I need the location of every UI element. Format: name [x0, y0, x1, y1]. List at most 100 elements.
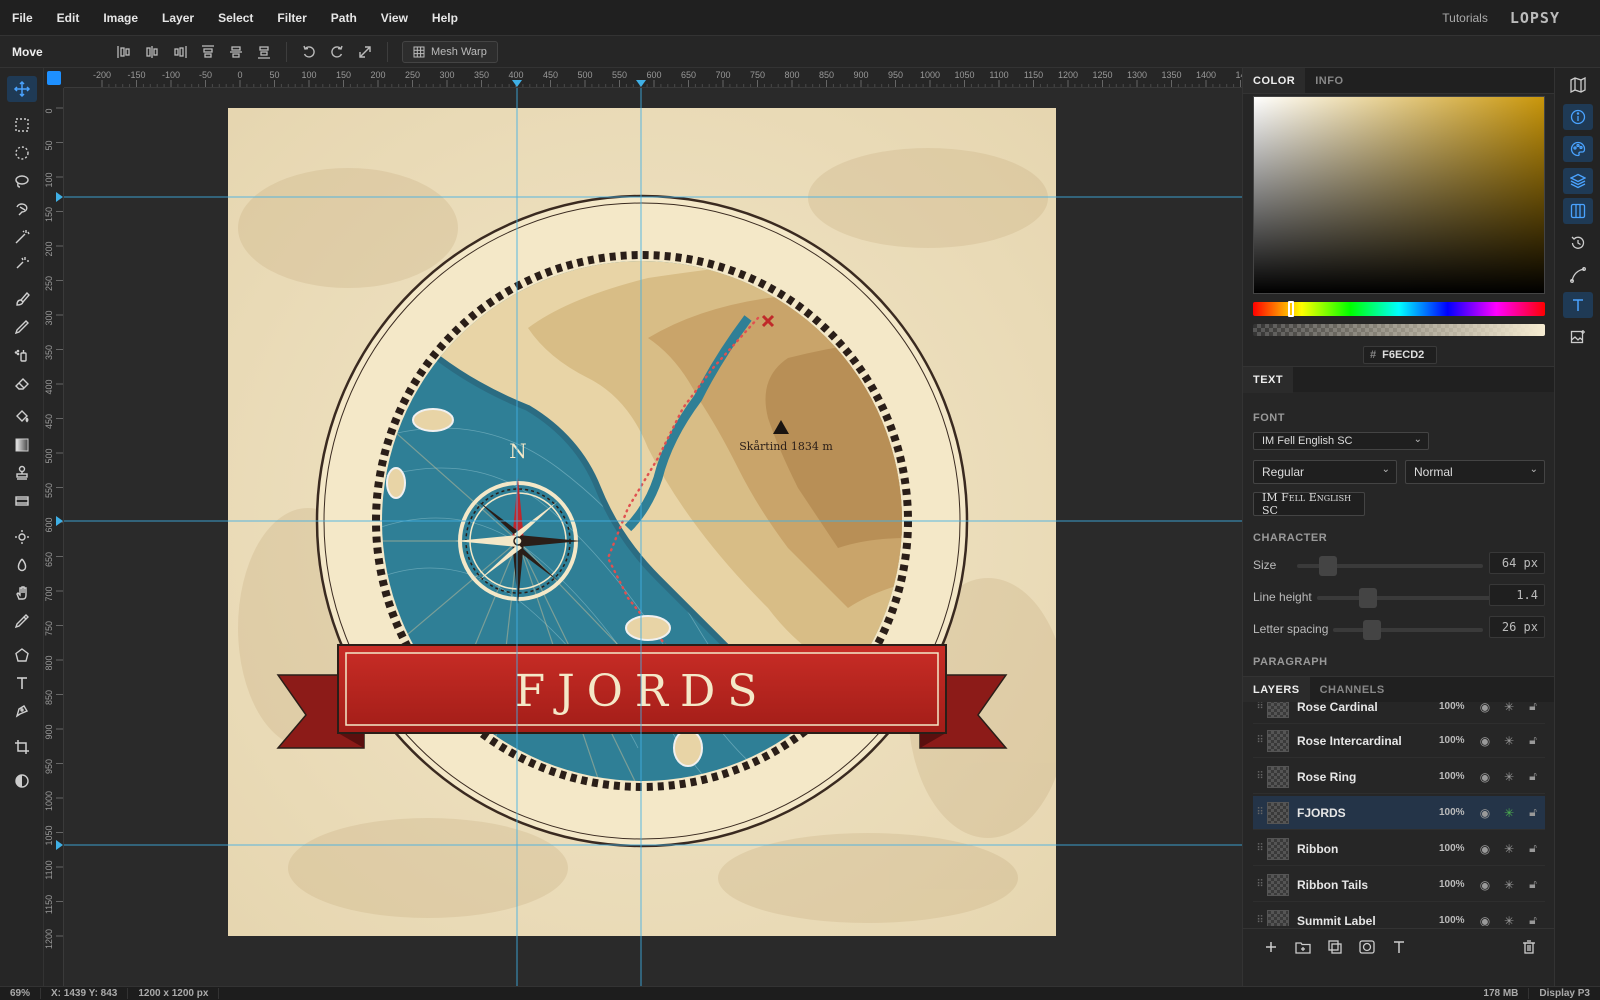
- paint-bucket-icon[interactable]: [7, 404, 37, 430]
- fx-icon[interactable]: ✳: [1497, 734, 1521, 748]
- history-icon[interactable]: [1563, 230, 1593, 256]
- fx-icon[interactable]: ✳: [1497, 878, 1521, 892]
- drag-handle-icon[interactable]: ⠿: [1253, 735, 1267, 746]
- brush-icon[interactable]: [7, 286, 37, 312]
- text-layer-icon[interactable]: [1383, 934, 1415, 960]
- stamp-icon[interactable]: [7, 460, 37, 486]
- eye-icon[interactable]: ◉: [1473, 702, 1497, 714]
- tab-color[interactable]: COLOR: [1243, 68, 1306, 93]
- tab-info[interactable]: INFO: [1305, 68, 1353, 93]
- layer-row[interactable]: ⠿ Rose Ring 100% ◉ ✳ 🔓︎: [1253, 760, 1545, 794]
- guide-marker[interactable]: [56, 192, 63, 202]
- size-input[interactable]: 64 px: [1489, 552, 1545, 574]
- mesh-warp-button[interactable]: Mesh Warp: [402, 40, 498, 63]
- menu-layer[interactable]: Layer: [150, 11, 206, 25]
- tab-channels[interactable]: CHANNELS: [1310, 677, 1395, 702]
- menu-view[interactable]: View: [369, 11, 420, 25]
- hue-slider[interactable]: [1253, 301, 1545, 317]
- drag-handle-icon[interactable]: ⠿: [1253, 879, 1267, 890]
- fx-icon[interactable]: ✳: [1497, 702, 1521, 714]
- tab-layers[interactable]: LAYERS: [1243, 677, 1310, 702]
- ruler-vertical[interactable]: 0 50 100 150 200 250 300 350 400 450 500 550 600 650 7…: [44, 88, 64, 986]
- tutorials-link[interactable]: Tutorials: [1442, 11, 1488, 25]
- contrast-icon[interactable]: [7, 768, 37, 794]
- palette-icon[interactable]: [1563, 136, 1593, 162]
- align-left-icon[interactable]: [110, 39, 138, 65]
- fx-icon[interactable]: ✳: [1497, 842, 1521, 856]
- hue-knob[interactable]: [1288, 301, 1294, 317]
- text-tool-icon[interactable]: [7, 670, 37, 696]
- new-group-icon[interactable]: [1287, 934, 1319, 960]
- drag-handle-icon[interactable]: ⠿: [1253, 771, 1267, 782]
- rotate-left-icon[interactable]: [295, 39, 323, 65]
- eye-icon[interactable]: ◉: [1473, 914, 1497, 927]
- fx-icon[interactable]: ✳: [1497, 914, 1521, 927]
- info-icon[interactable]: [1563, 104, 1593, 130]
- letter-spacing-slider-thumb[interactable]: [1363, 620, 1381, 640]
- drag-handle-icon[interactable]: ⠿: [1253, 915, 1267, 926]
- eye-icon[interactable]: ◉: [1473, 734, 1497, 748]
- channels-icon[interactable]: [1563, 198, 1593, 224]
- tab-text[interactable]: TEXT: [1243, 367, 1294, 393]
- pencil-icon[interactable]: [7, 314, 37, 340]
- drag-handle-icon[interactable]: ⠿: [1253, 843, 1267, 854]
- size-slider-thumb[interactable]: [1319, 556, 1337, 576]
- zoom-level[interactable]: 69%: [0, 988, 42, 999]
- line-height-slider[interactable]: [1317, 588, 1499, 608]
- eye-icon[interactable]: ◉: [1473, 770, 1497, 784]
- rect-select-icon[interactable]: [7, 112, 37, 138]
- menu-file[interactable]: File: [0, 11, 45, 25]
- alpha-slider[interactable]: [1253, 324, 1545, 336]
- layers-icon[interactable]: [1563, 168, 1593, 194]
- rotate-right-icon[interactable]: [323, 39, 351, 65]
- add-layer-icon[interactable]: [1255, 934, 1287, 960]
- paths-icon[interactable]: [1563, 262, 1593, 288]
- lock-icon[interactable]: 🔓︎: [1521, 733, 1545, 748]
- eyedropper-icon[interactable]: [7, 608, 37, 634]
- guide-marker[interactable]: [56, 516, 63, 526]
- trash-icon[interactable]: [1513, 934, 1545, 960]
- guide-marker[interactable]: [512, 80, 522, 87]
- ellipse-select-icon[interactable]: [7, 140, 37, 166]
- eraser-icon[interactable]: [7, 370, 37, 396]
- magnetic-lasso-icon[interactable]: [7, 196, 37, 222]
- polygon-icon[interactable]: [7, 642, 37, 668]
- lock-icon[interactable]: 🔓︎: [1521, 877, 1545, 892]
- lock-icon[interactable]: 🔓︎: [1521, 841, 1545, 856]
- menu-filter[interactable]: Filter: [265, 11, 318, 25]
- mask-icon[interactable]: [1351, 934, 1383, 960]
- pen-tool-icon[interactable]: [7, 698, 37, 724]
- color-saturation-field[interactable]: [1253, 96, 1545, 294]
- blur-drop-icon[interactable]: [7, 552, 37, 578]
- gradient-icon[interactable]: [7, 432, 37, 458]
- quick-select-icon[interactable]: [7, 250, 37, 276]
- duplicate-layer-icon[interactable]: [1319, 934, 1351, 960]
- canvas-area[interactable]: Skårtind 1834 m N FJORDS: [64, 88, 1242, 986]
- fx-icon[interactable]: ✳: [1497, 806, 1521, 820]
- layer-row[interactable]: ⠿ Ribbon 100% ◉ ✳ 🔓︎: [1253, 832, 1545, 866]
- layer-row[interactable]: ⠿ Ribbon Tails 100% ◉ ✳ 🔓︎: [1253, 868, 1545, 902]
- line-height-input[interactable]: 1.4: [1489, 584, 1545, 606]
- hand-icon[interactable]: [7, 580, 37, 606]
- layer-row[interactable]: ⠿ Rose Cardinal 100% ◉ ✳ 🔓︎: [1253, 702, 1545, 724]
- font-style-select[interactable]: Regular ⌄: [1253, 460, 1397, 484]
- eye-icon[interactable]: ◉: [1473, 806, 1497, 820]
- type-icon[interactable]: [1563, 292, 1593, 318]
- lock-icon[interactable]: 🔓︎: [1521, 805, 1545, 820]
- layer-row[interactable]: ⠿ Rose Intercardinal 100% ◉ ✳ 🔓︎: [1253, 724, 1545, 758]
- hex-input[interactable]: # F6ECD2: [1363, 346, 1437, 364]
- align-right-icon[interactable]: [166, 39, 194, 65]
- magic-wand-icon[interactable]: [7, 224, 37, 250]
- menu-image[interactable]: Image: [91, 11, 150, 25]
- font-family-select[interactable]: IM Fell English SC ⌄: [1253, 432, 1429, 450]
- align-bottom-icon[interactable]: [250, 39, 278, 65]
- ruler-corner[interactable]: [44, 68, 64, 88]
- fx-icon[interactable]: ✳: [1497, 770, 1521, 784]
- align-middle-v-icon[interactable]: [222, 39, 250, 65]
- menu-select[interactable]: Select: [206, 11, 265, 25]
- font-weight-select[interactable]: Normal ⌄: [1405, 460, 1545, 484]
- drag-handle-icon[interactable]: ⠿: [1253, 702, 1267, 712]
- layer-row-selected[interactable]: ⠿ FJORDS 100% ◉ ✳ 🔓︎: [1253, 796, 1545, 830]
- menu-edit[interactable]: Edit: [45, 11, 92, 25]
- crop-icon[interactable]: [7, 734, 37, 760]
